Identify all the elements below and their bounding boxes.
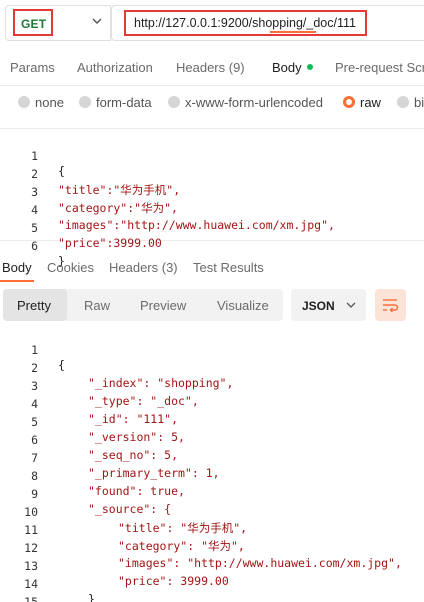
radio-label: form-data	[96, 95, 152, 110]
tab-authorization[interactable]: Authorization	[77, 60, 153, 75]
method-highlight-box: GET	[13, 9, 53, 36]
tab-params[interactable]: Params	[10, 60, 55, 75]
code-line: 11 "category": "华为",	[0, 508, 424, 553]
code-line: 13 "price": 3999.00	[0, 544, 424, 588]
tab-test-results[interactable]: Test Results	[193, 260, 264, 275]
active-dot-icon	[306, 64, 313, 70]
radio-raw[interactable]: raw	[343, 95, 381, 110]
code-line: 14 }	[0, 562, 424, 602]
wrap-lines-icon	[383, 299, 399, 313]
view-preview-button[interactable]: Preview	[140, 298, 186, 313]
tab-body-label: Body	[272, 60, 302, 75]
tab-headers[interactable]: Headers (9)	[176, 60, 245, 75]
format-select[interactable]: JSON	[291, 289, 366, 321]
active-tab-indicator	[0, 280, 34, 282]
radio-label: bi	[414, 95, 424, 110]
wrap-lines-button[interactable]	[375, 289, 406, 321]
tab-response-body[interactable]: Body	[2, 260, 32, 275]
code-line: 5 "_version": 5,	[0, 400, 424, 444]
view-raw-button[interactable]: Raw	[84, 298, 110, 313]
active-tab-indicator	[270, 31, 316, 33]
response-tabs: Body Cookies Headers (3) Test Results	[0, 252, 424, 282]
format-label: JSON	[302, 299, 335, 313]
code-line: 9 "_source": {	[0, 472, 424, 516]
radio-circle-icon	[397, 96, 409, 108]
code-line: 1 {	[0, 328, 424, 372]
tab-pre-request-script[interactable]: Pre-request Scr	[335, 60, 424, 75]
code-line: 3 "_type": "_doc",	[0, 364, 424, 408]
radio-circle-icon	[79, 96, 91, 108]
view-pretty-button[interactable]: Pretty	[3, 289, 67, 321]
code-line: 4 "images":"http://www.huawei.com/xm.jpg…	[0, 188, 424, 232]
request-body-editor[interactable]: 1 { 2 "title":"华为手机", 3 "category":"华为",…	[0, 128, 424, 268]
code-line: 15 }	[0, 580, 424, 602]
radio-label: x-www-form-urlencoded	[185, 95, 323, 110]
code-line: 2 "title":"华为手机",	[0, 152, 424, 197]
chevron-down-icon[interactable]	[90, 14, 104, 28]
code-line: 4 "_id": "111",	[0, 382, 424, 426]
code-line: 8 "found": true,	[0, 454, 424, 498]
response-body-viewer[interactable]: 1 { 2 "_index": "shopping", 3 "_type": "…	[0, 326, 424, 602]
line-number: 6	[31, 239, 38, 253]
view-visualize-button[interactable]: Visualize	[217, 298, 269, 313]
code-line: 10 "title": "华为手机",	[0, 490, 424, 535]
radio-none[interactable]: none	[18, 95, 64, 110]
tab-cookies[interactable]: Cookies	[47, 260, 94, 275]
radio-form-data[interactable]: form-data	[79, 95, 152, 110]
radio-selected-icon	[343, 96, 355, 108]
method-label: GET	[21, 17, 47, 31]
radio-x-www-form-urlencoded[interactable]: x-www-form-urlencoded	[168, 95, 323, 110]
request-url-bar: GET http://127.0.0.1:9200/shopping/_doc/…	[0, 0, 424, 46]
url-text: http://127.0.0.1:9200/shopping/_doc/111	[134, 16, 356, 30]
code-line: 6 }	[0, 224, 424, 268]
code-line: 12 "images": "http://www.huawei.com/xm.j…	[0, 526, 424, 570]
line-number: 15	[24, 595, 38, 602]
code-line: 5 "price":3999.00	[0, 206, 424, 250]
chevron-down-icon	[346, 302, 356, 308]
code-line: 7 "_primary_term": 1,	[0, 436, 424, 480]
radio-label: none	[35, 95, 64, 110]
divider	[0, 85, 424, 86]
tab-body[interactable]: Body	[272, 60, 313, 75]
code-line: 6 "_seq_no": 5,	[0, 418, 424, 462]
body-type-radios: none form-data x-www-form-urlencoded raw…	[0, 92, 424, 114]
radio-binary[interactable]: bi	[397, 95, 424, 110]
code-line: 3 "category":"华为",	[0, 170, 424, 215]
radio-circle-icon	[168, 96, 180, 108]
request-tabs: Params Authorization Headers (9) Body Pr…	[0, 52, 424, 84]
radio-circle-icon	[18, 96, 30, 108]
radio-label: raw	[360, 95, 381, 110]
response-toolbar: Raw Preview Visualize Pretty JSON	[0, 289, 424, 323]
code-line: 1 {	[0, 134, 424, 178]
tab-response-headers[interactable]: Headers (3)	[109, 260, 178, 275]
code-line: 2 "_index": "shopping",	[0, 346, 424, 390]
url-highlight-box: http://127.0.0.1:9200/shopping/_doc/111	[124, 10, 367, 36]
view-pretty-label: Pretty	[17, 298, 51, 313]
